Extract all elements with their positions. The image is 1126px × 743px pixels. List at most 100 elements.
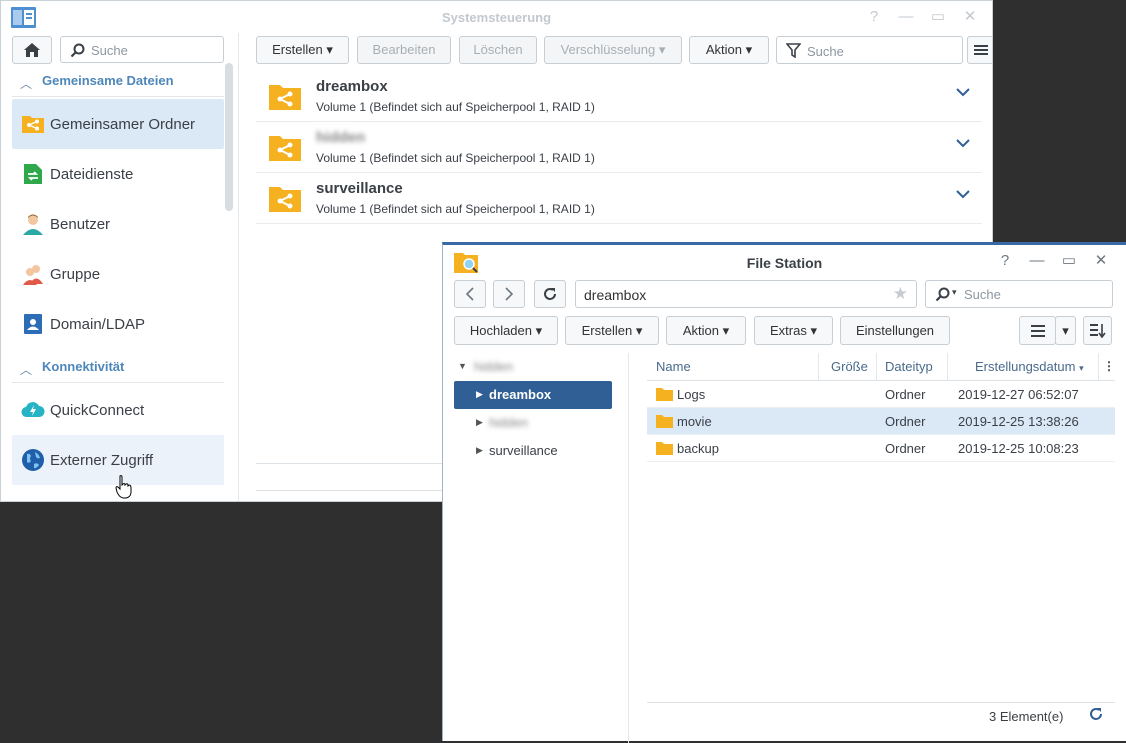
- create-button[interactable]: Erstellen ▾: [256, 36, 349, 64]
- file-created: 2019-12-27 06:52:07: [958, 387, 1079, 402]
- create-folder-button[interactable]: Erstellen ▾: [565, 316, 659, 345]
- folder-location: Volume 1 (Befindet sich auf Speicherpool…: [316, 202, 595, 216]
- sidebar-scrollbar[interactable]: [225, 63, 233, 211]
- chevron-down-icon[interactable]: [956, 139, 970, 148]
- close-icon[interactable]: ✕: [954, 9, 986, 25]
- file-station-window: File Station ? — ▭ ✕ dreambox ★ ▾ Suche …: [442, 242, 1126, 743]
- section-header-connectivity[interactable]: ︿ Konnektivität: [12, 351, 224, 383]
- sidebar-item-domain-ldap[interactable]: Domain/LDAP: [12, 299, 224, 349]
- file-row[interactable]: Logs Ordner 2019-12-27 06:52:07: [647, 381, 1115, 408]
- section-label: Gemeinsame Dateien: [42, 73, 174, 88]
- sidebar-item-shared-folder[interactable]: Gemeinsamer Ordner: [12, 99, 224, 149]
- chevron-right-icon: [505, 287, 513, 301]
- refresh-button[interactable]: [534, 280, 566, 308]
- minimize-icon[interactable]: —: [1021, 253, 1053, 269]
- encryption-button[interactable]: Verschlüsselung ▾: [544, 36, 682, 64]
- column-header-created[interactable]: Erstellungsdatum ▾: [948, 353, 1099, 380]
- toolbar-search-input[interactable]: Suche: [776, 36, 963, 64]
- back-button[interactable]: [454, 280, 486, 308]
- caret-down-icon[interactable]: ▼: [458, 361, 467, 371]
- tree-item-hidden[interactable]: ▶ hidden: [454, 409, 612, 437]
- folder-location: Volume 1 (Befindet sich auf Speicherpool…: [316, 151, 595, 165]
- more-menu-button[interactable]: [967, 36, 992, 64]
- upload-button-label: Hochladen: [469, 323, 532, 338]
- caret-down-icon: ▾: [745, 42, 753, 57]
- column-header-type[interactable]: Dateityp: [877, 353, 948, 380]
- chevron-down-icon[interactable]: [956, 190, 970, 199]
- extras-button[interactable]: Extras ▾: [754, 316, 833, 345]
- caret-down-icon: ▾: [658, 42, 666, 57]
- shared-folder-row[interactable]: dreambox Volume 1 (Befindet sich auf Spe…: [256, 71, 982, 122]
- sidebar-item-quickconnect[interactable]: QuickConnect: [12, 385, 224, 435]
- control-panel-window-controls: ? — ▭ ✕: [858, 9, 986, 25]
- file-row[interactable]: backup Ordner 2019-12-25 10:08:23: [647, 435, 1115, 462]
- list-view-icon: [1030, 325, 1045, 337]
- column-header-created-label: Erstellungsdatum: [975, 359, 1076, 374]
- column-header-name[interactable]: Name: [647, 353, 819, 380]
- minimize-icon[interactable]: —: [890, 9, 922, 25]
- close-icon[interactable]: ✕: [1085, 253, 1117, 269]
- file-row[interactable]: movie Ordner 2019-12-25 13:38:26: [647, 408, 1115, 435]
- sidebar-item-label: Gemeinsamer Ordner: [50, 116, 196, 133]
- view-mode-button[interactable]: [1019, 316, 1056, 345]
- file-list: Name Größe Dateityp Erstellungsdatum ▾ ⋮…: [647, 353, 1115, 733]
- shared-folder-row[interactable]: hidden Volume 1 (Befindet sich auf Speic…: [256, 122, 982, 173]
- search-icon: [70, 43, 85, 58]
- caret-right-icon[interactable]: ▶: [476, 389, 483, 400]
- path-input[interactable]: dreambox ★: [575, 280, 917, 308]
- folder-location: Volume 1 (Befindet sich auf Speicherpool…: [316, 100, 595, 114]
- chevron-up-icon: ︿: [20, 363, 33, 377]
- sidebar-item-label: Gruppe: [50, 266, 101, 283]
- folder-name: hidden: [316, 129, 366, 146]
- tree-item-dreambox[interactable]: ▶ dreambox: [454, 381, 612, 409]
- file-search-input[interactable]: ▾ Suche: [925, 280, 1113, 308]
- help-icon[interactable]: ?: [989, 253, 1021, 269]
- home-icon: [24, 43, 40, 57]
- file-type: Ordner: [885, 441, 926, 456]
- upload-button[interactable]: Hochladen ▾: [454, 316, 558, 345]
- tree-item-surveillance[interactable]: ▶ surveillance: [454, 437, 612, 465]
- column-header-size[interactable]: Größe: [819, 353, 877, 380]
- sort-button[interactable]: [1083, 316, 1112, 345]
- shared-folder-row[interactable]: surveillance Volume 1 (Befindet sich auf…: [256, 173, 982, 224]
- file-type: Ordner: [885, 414, 926, 429]
- settings-button[interactable]: Einstellungen: [840, 316, 950, 345]
- section-label: Konnektivität: [42, 359, 125, 374]
- sidebar-item-group[interactable]: Gruppe: [12, 249, 224, 299]
- file-station-titlebar[interactable]: File Station ? — ▭ ✕: [443, 245, 1126, 279]
- edit-button[interactable]: Bearbeiten: [357, 36, 451, 64]
- section-header-shared-files[interactable]: ︿ Gemeinsame Dateien: [12, 65, 224, 97]
- folder-name: dreambox: [316, 78, 388, 95]
- column-menu-icon[interactable]: ⋮: [1103, 359, 1115, 373]
- maximize-icon[interactable]: ▭: [1053, 253, 1085, 269]
- star-icon[interactable]: ★: [893, 284, 908, 304]
- extras-button-label: Extras: [770, 323, 807, 338]
- caret-down-icon: ▾: [535, 323, 543, 338]
- forward-button[interactable]: [493, 280, 525, 308]
- sidebar-search-input[interactable]: Suche: [60, 36, 224, 63]
- delete-button[interactable]: Löschen: [459, 36, 537, 64]
- caret-right-icon[interactable]: ▶: [476, 445, 483, 456]
- home-button[interactable]: [12, 36, 52, 64]
- control-panel-titlebar[interactable]: Systemsteuerung ? — ▭ ✕: [1, 1, 992, 33]
- caret-right-icon[interactable]: ▶: [476, 417, 483, 428]
- maximize-icon[interactable]: ▭: [922, 9, 954, 25]
- action-button[interactable]: Aktion ▾: [689, 36, 769, 64]
- help-icon[interactable]: ?: [858, 9, 890, 25]
- globe-icon: [22, 449, 44, 471]
- sidebar-item-label: Externer Zugriff: [50, 452, 154, 469]
- chevron-up-icon: ︿: [20, 77, 33, 91]
- file-action-button[interactable]: Aktion ▾: [666, 316, 746, 345]
- create-button-label: Erstellen: [581, 323, 633, 338]
- sidebar-item-file-services[interactable]: Dateidienste: [12, 149, 224, 199]
- view-mode-dropdown[interactable]: ▾: [1055, 316, 1076, 345]
- caret-down-icon[interactable]: ▾: [952, 287, 957, 298]
- sidebar-item-user[interactable]: Benutzer: [12, 199, 224, 249]
- folder-icon: [656, 442, 673, 455]
- shared-folder-icon: [22, 116, 44, 133]
- chevron-down-icon[interactable]: [956, 88, 970, 97]
- action-button-label: Aktion: [705, 42, 742, 57]
- refresh-icon[interactable]: [1089, 707, 1103, 721]
- tree-root[interactable]: ▼ hidden: [454, 353, 614, 381]
- chevron-left-icon: [466, 287, 474, 301]
